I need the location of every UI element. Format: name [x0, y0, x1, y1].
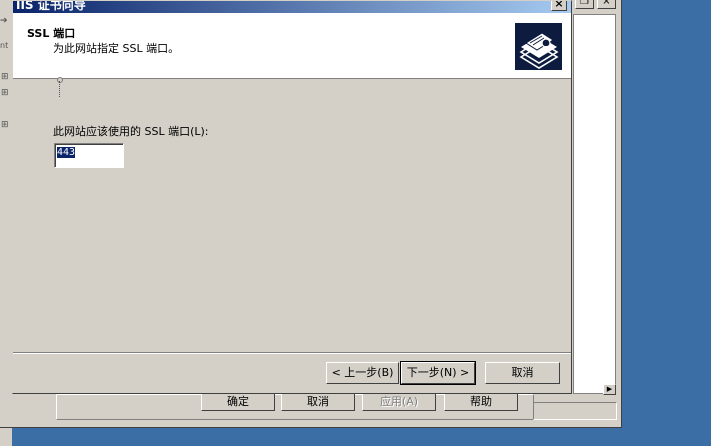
cancel-button[interactable]: 取消 — [281, 392, 355, 411]
cancel-button[interactable]: 取消 — [485, 362, 560, 384]
footer-separator — [13, 352, 571, 354]
tree-expand-icon[interactable]: ⊞ — [1, 120, 9, 130]
ssl-port-value: 443 — [57, 147, 76, 158]
back-button[interactable]: < 上一步(B) — [326, 362, 399, 384]
next-button[interactable]: 下一步(N) > — [400, 361, 476, 385]
tree-expand-icon[interactable]: ⊞ — [1, 88, 9, 98]
ok-button[interactable]: 确定 — [201, 392, 275, 411]
close-icon[interactable]: × — [597, 0, 616, 9]
window-title: IIS 证书向导 — [16, 1, 86, 12]
right-panel — [573, 14, 616, 394]
title-bar[interactable]: IIS 证书向导 × — [13, 1, 571, 13]
ssl-port-input[interactable]: 443 — [54, 143, 124, 168]
restore-icon[interactable]: ❐ — [575, 0, 594, 9]
tree-label-fragment: nt — [0, 41, 9, 50]
ssl-port-label: 此网站应该使用的 SSL 端口(L): — [53, 125, 209, 138]
iis-certificate-wizard: IIS 证书向导 × SSL 端口 为此网站指定 SSL 端口。 此网站应该使用… — [12, 0, 572, 394]
apply-button[interactable]: 应用(A) — [362, 392, 436, 411]
scroll-right-arrow-icon[interactable]: ▶ — [603, 384, 616, 395]
taskbar-corner — [0, 428, 12, 446]
status-box — [533, 402, 617, 420]
help-button[interactable]: 帮助 — [444, 392, 518, 411]
tree-expand-icon[interactable]: ⊞ — [1, 72, 9, 82]
header-subtitle: 为此网站指定 SSL 端口。 — [53, 42, 180, 55]
certificate-icon — [515, 23, 562, 70]
header-title: SSL 端口 — [27, 27, 76, 40]
close-icon[interactable]: × — [551, 1, 567, 11]
back-arrow-icon[interactable]: ➔ — [0, 16, 8, 26]
wizard-header: SSL 端口 为此网站指定 SSL 端口。 — [13, 13, 571, 79]
dotted-divider — [59, 81, 61, 97]
